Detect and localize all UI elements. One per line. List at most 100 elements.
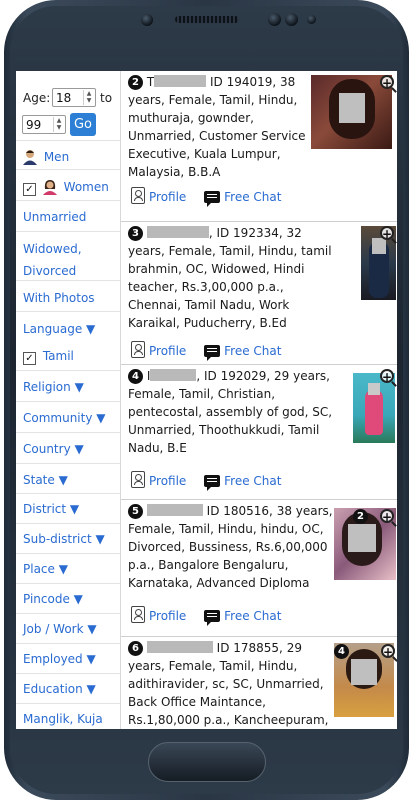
home-button[interactable] — [148, 742, 266, 782]
face-blur — [348, 524, 376, 552]
age-max-stepper[interactable]: 99 ▲ ▼ — [22, 115, 66, 134]
profile-details: , ID 192029, 29 years, Female, Tamil, Ch… — [128, 369, 333, 455]
photo-count-badge: 4 — [334, 644, 349, 659]
profile-card-icon — [131, 341, 145, 358]
result-number: 6 — [128, 641, 143, 656]
man-avatar-icon — [23, 149, 37, 165]
profile-details: , ID 192334, 32 years, Female, Tamil, Hi… — [128, 226, 332, 330]
women-label: Women — [63, 180, 109, 194]
age-max-value: 99 — [26, 118, 42, 132]
sensor-icon — [307, 15, 316, 24]
go-button[interactable]: Go — [70, 113, 96, 136]
profile-link[interactable]: Profile — [131, 471, 186, 488]
profile-card: 5 ID 180516, 38 years, Female, Tamil, Hi… — [121, 500, 397, 637]
photo-count-badge: 2 — [353, 509, 368, 524]
free-chat-link[interactable]: Free Chat — [204, 609, 281, 626]
tamil-checkbox[interactable]: ✓ — [23, 352, 36, 365]
profile-actions: Profile Free Chat — [131, 341, 281, 361]
profile-details: ID 178855, 29 years, Female, Tamil, Hind… — [128, 641, 329, 727]
women-checkbox[interactable]: ✓ — [23, 183, 36, 196]
filter-district[interactable]: District ▼ — [16, 495, 120, 524]
filter-community[interactable]: Community ▼ — [16, 403, 120, 433]
profile-actions: Profile Free Chat — [131, 187, 281, 207]
profile-description: 4 I, ID 192029, 29 years, Female, Tamil,… — [128, 367, 333, 457]
filter-manglik[interactable]: Manglik, Kuja — [16, 705, 120, 729]
app-screen: Age: 18 ▲ ▼ to 99 ▲ ▼ Go Men ✓ Women Unm… — [16, 71, 397, 729]
result-number: 2 — [128, 75, 143, 90]
age-min-value: 18 — [56, 91, 72, 105]
filter-with-photos[interactable]: With Photos — [16, 282, 120, 312]
chat-bubble-icon — [204, 475, 221, 491]
filter-place[interactable]: Place ▼ — [16, 555, 120, 584]
profile-description: 5 ID 180516, 38 years, Female, Tamil, Hi… — [128, 502, 333, 592]
sensor-icon — [268, 13, 281, 26]
filter-men[interactable]: Men — [16, 142, 120, 170]
profile-actions: Profile Free Chat — [131, 606, 281, 626]
result-number: 5 — [128, 504, 143, 519]
profile-link[interactable]: Profile — [131, 187, 186, 204]
zoom-in-icon[interactable]: + — [380, 369, 394, 384]
profile-details: ID 194019, 38 years, Female, Tamil, Hind… — [128, 75, 306, 179]
photo-figure — [365, 389, 383, 435]
stepper-arrows-icon[interactable]: ▲ ▼ — [83, 90, 94, 105]
filter-widowed-divorced[interactable]: Widowed, Divorced — [16, 233, 120, 281]
face-blur — [368, 383, 380, 395]
profile-description: 3 , ID 192334, 32 years, Female, Tamil, … — [128, 224, 333, 332]
zoom-in-icon[interactable]: + — [380, 226, 394, 241]
redacted-name — [146, 226, 209, 238]
profile-photo[interactable] — [311, 75, 392, 149]
profile-card-icon — [131, 187, 145, 204]
stepper-arrows-icon[interactable]: ▲ ▼ — [53, 117, 64, 132]
result-number: 4 — [128, 369, 143, 384]
filter-women[interactable]: ✓ Women — [16, 171, 120, 201]
profile-card: 6 ID 178855, 29 years, Female, Tamil, Hi… — [121, 637, 397, 729]
woman-avatar-icon — [42, 179, 57, 195]
zoom-in-icon[interactable]: + — [380, 75, 394, 90]
result-number: 3 — [128, 226, 143, 241]
profile-card-icon — [131, 471, 145, 488]
redacted-name — [154, 75, 207, 87]
free-chat-link[interactable]: Free Chat — [204, 474, 281, 491]
profile-card: 3 , ID 192334, 32 years, Female, Tamil, … — [121, 222, 397, 365]
filter-job-work[interactable]: Job / Work ▼ — [16, 615, 120, 644]
filter-sidebar: Age: 18 ▲ ▼ to 99 ▲ ▼ Go Men ✓ Women Unm… — [16, 71, 121, 729]
zoom-in-icon[interactable]: + — [380, 509, 394, 524]
filter-tamil[interactable]: ✓ Tamil — [16, 341, 120, 371]
filter-sub-district[interactable]: Sub-district ▼ — [16, 525, 120, 554]
age-filter: Age: 18 ▲ ▼ to 99 ▲ ▼ Go — [16, 71, 120, 141]
age-min-stepper[interactable]: 18 ▲ ▼ — [52, 88, 96, 107]
profile-card: 4 I, ID 192029, 29 years, Female, Tamil,… — [121, 365, 397, 500]
redacted-name — [150, 369, 197, 381]
zoom-in-icon[interactable]: + — [381, 644, 395, 659]
free-chat-link[interactable]: Free Chat — [204, 190, 281, 207]
front-camera-icon — [141, 14, 153, 26]
filter-pincode[interactable]: Pincode ▼ — [16, 585, 120, 614]
sensor-icon — [285, 13, 298, 26]
men-label: Men — [43, 150, 70, 164]
chat-bubble-icon — [204, 345, 221, 361]
chat-bubble-icon — [204, 610, 221, 626]
filter-religion[interactable]: Religion ▼ — [16, 372, 120, 402]
profile-card: 2 T ID 194019, 38 years, Female, Tamil, … — [121, 71, 397, 222]
profile-link[interactable]: Profile — [131, 606, 186, 623]
face-blur — [351, 659, 377, 685]
age-label: Age: — [23, 91, 51, 105]
profile-details: ID 180516, 38 years, Female, Tamil, Hind… — [128, 504, 333, 590]
profile-description: 2 T ID 194019, 38 years, Female, Tamil, … — [128, 73, 318, 181]
free-chat-link[interactable]: Free Chat — [204, 344, 281, 361]
earpiece-speaker — [175, 16, 239, 23]
filter-country[interactable]: Country ▼ — [16, 434, 120, 464]
chat-bubble-icon — [204, 191, 221, 207]
tamil-label: Tamil — [42, 349, 74, 363]
filter-employed[interactable]: Employed ▼ — [16, 645, 120, 674]
filter-education[interactable]: Education ▼ — [16, 675, 120, 704]
redacted-name — [146, 641, 213, 653]
profile-link[interactable]: Profile — [131, 341, 186, 358]
profile-card-icon — [131, 606, 145, 623]
filter-language[interactable]: Language ▼ — [16, 313, 120, 341]
filter-state[interactable]: State ▼ — [16, 465, 120, 494]
profile-actions: Profile Free Chat — [131, 471, 281, 491]
face-blur — [339, 93, 365, 123]
filter-unmarried[interactable]: Unmarried — [16, 202, 120, 232]
profile-description: 6 ID 178855, 29 years, Female, Tamil, Hi… — [128, 639, 333, 729]
